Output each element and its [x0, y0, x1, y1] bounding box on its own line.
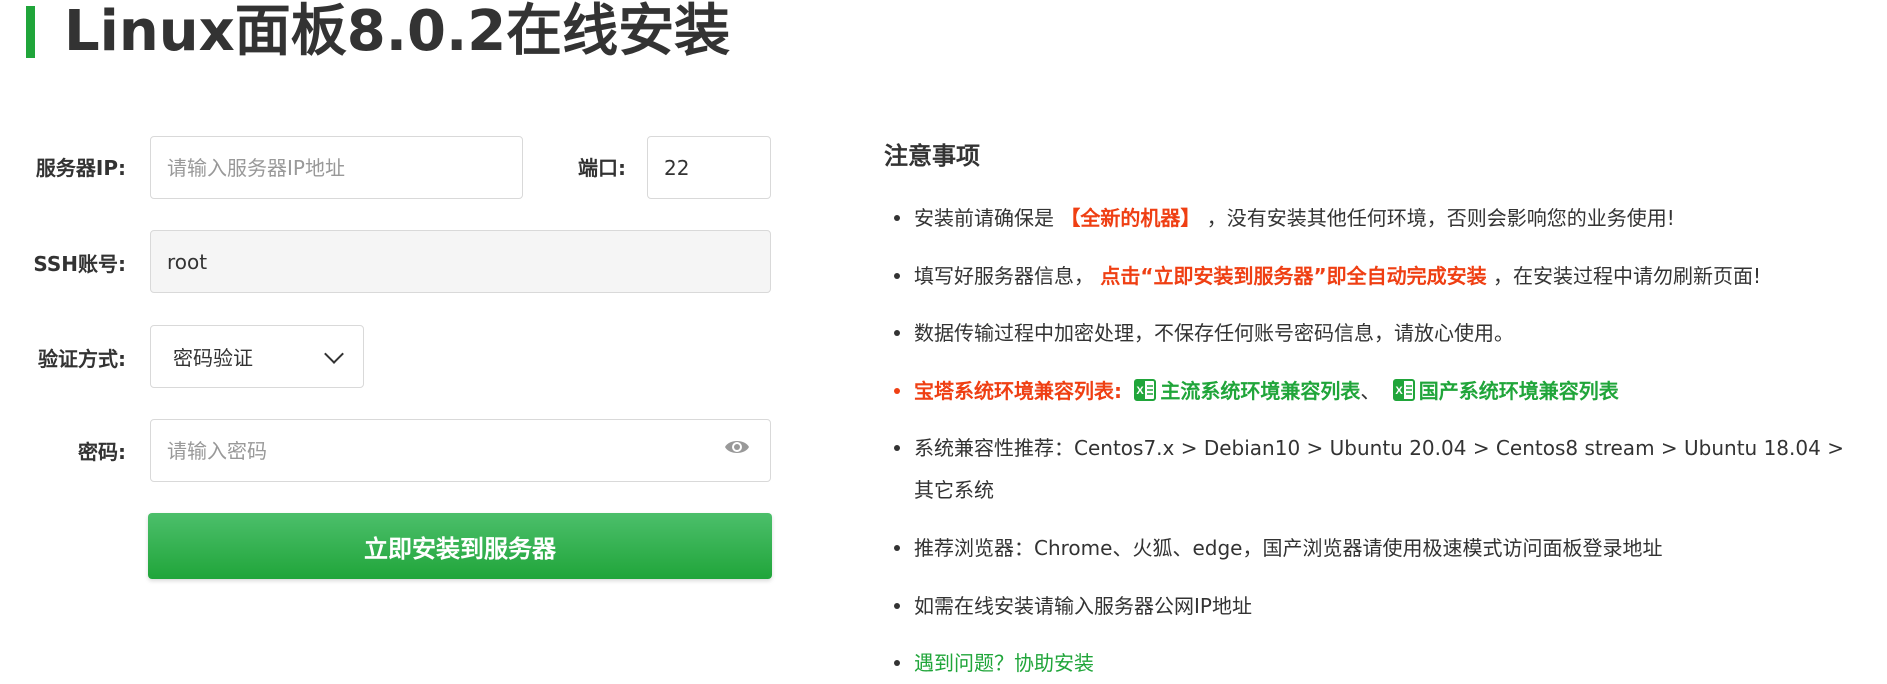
note-1-text-c: ，没有安装其他任何环境，否则会影响您的业务使用!	[1206, 206, 1675, 230]
ssh-account-label: SSH账号:	[33, 252, 126, 276]
note-2-text-a: 填写好服务器信息，	[914, 264, 1094, 288]
note-item-3: 数据传输过程中加密处理，不保存任何账号密码信息，请放心使用。	[884, 312, 1869, 354]
note-5-text: 系统兼容性推荐：Centos7.x > Debian10 > Ubuntu 20…	[914, 436, 1844, 502]
help-install-link[interactable]: 遇到问题？协助安装	[914, 642, 1869, 684]
note-item-8: 遇到问题？协助安装	[884, 642, 1869, 684]
bullet	[894, 388, 900, 394]
bullet	[894, 545, 900, 551]
note-item-6: 推荐浏览器：Chrome、火狐、edge，国产浏览器请使用极速模式访问面板登录地…	[884, 527, 1869, 569]
password-label: 密码:	[78, 440, 126, 464]
mainstream-compat-link[interactable]: 主流系统环境兼容列表	[1160, 379, 1360, 403]
server-ip-label: 服务器IP:	[35, 156, 126, 180]
bullet	[894, 445, 900, 451]
domestic-compat-link[interactable]: 国产系统环境兼容列表	[1419, 379, 1619, 403]
note-2-text-c: ，在安装过程中请勿刷新页面!	[1493, 264, 1762, 288]
ssh-account-input[interactable]	[150, 230, 771, 293]
svg-text:X: X	[1137, 385, 1145, 397]
port-input[interactable]	[647, 136, 771, 199]
eye-icon[interactable]	[724, 437, 750, 457]
svg-text:X: X	[1395, 385, 1403, 397]
note-item-5: 系统兼容性推荐：Centos7.x > Debian10 > Ubuntu 20…	[884, 427, 1869, 511]
note-item-2: 填写好服务器信息， 点击“立即安装到服务器”即全自动完成安装 ，在安装过程中请勿…	[884, 255, 1869, 297]
note-1-text-a: 安装前请确保是	[914, 206, 1054, 230]
note-item-7: 如需在线安装请输入服务器公网IP地址	[884, 585, 1869, 627]
install-to-server-button[interactable]: 立即安装到服务器	[148, 513, 772, 579]
note-6-text: 推荐浏览器：Chrome、火狐、edge，国产浏览器请使用极速模式访问面板登录地…	[914, 536, 1663, 560]
excel-icon: X	[1392, 379, 1415, 401]
note-item-4: 宝塔系统环境兼容列表: X 主流系统环境兼容列表、 X 国产系统环境兼容列表	[884, 370, 1869, 412]
port-label: 端口:	[578, 156, 626, 180]
excel-icon: X	[1134, 379, 1157, 401]
note-item-1: 安装前请确保是 【全新的机器】 ，没有安装其他任何环境，否则会影响您的业务使用!	[884, 197, 1869, 239]
note-7-text: 如需在线安装请输入服务器公网IP地址	[914, 594, 1252, 618]
bullet	[894, 330, 900, 336]
note-4-separator: 、	[1360, 379, 1381, 403]
page-title: Linux面板8.0.2在线安装	[64, 0, 731, 64]
note-2-highlight: 点击“立即安装到服务器”即全自动完成安装	[1100, 264, 1487, 288]
bullet	[894, 273, 900, 279]
note-1-highlight: 【全新的机器】	[1060, 206, 1201, 230]
bullet	[894, 603, 900, 609]
title-accent-bar	[26, 6, 35, 58]
chevron-down-icon	[324, 343, 344, 364]
bullet	[894, 215, 900, 221]
server-ip-input[interactable]	[150, 136, 523, 199]
note-3-text: 数据传输过程中加密处理，不保存任何账号密码信息，请放心使用。	[914, 321, 1514, 345]
note-4-label: 宝塔系统环境兼容列表:	[914, 379, 1122, 403]
auth-method-label: 验证方式:	[38, 347, 126, 371]
auth-method-select[interactable]: 密码验证	[150, 325, 364, 388]
auth-method-value: 密码验证	[173, 346, 253, 370]
bullet	[894, 660, 900, 666]
password-input[interactable]	[150, 419, 771, 482]
notes-title: 注意事项	[884, 142, 980, 170]
